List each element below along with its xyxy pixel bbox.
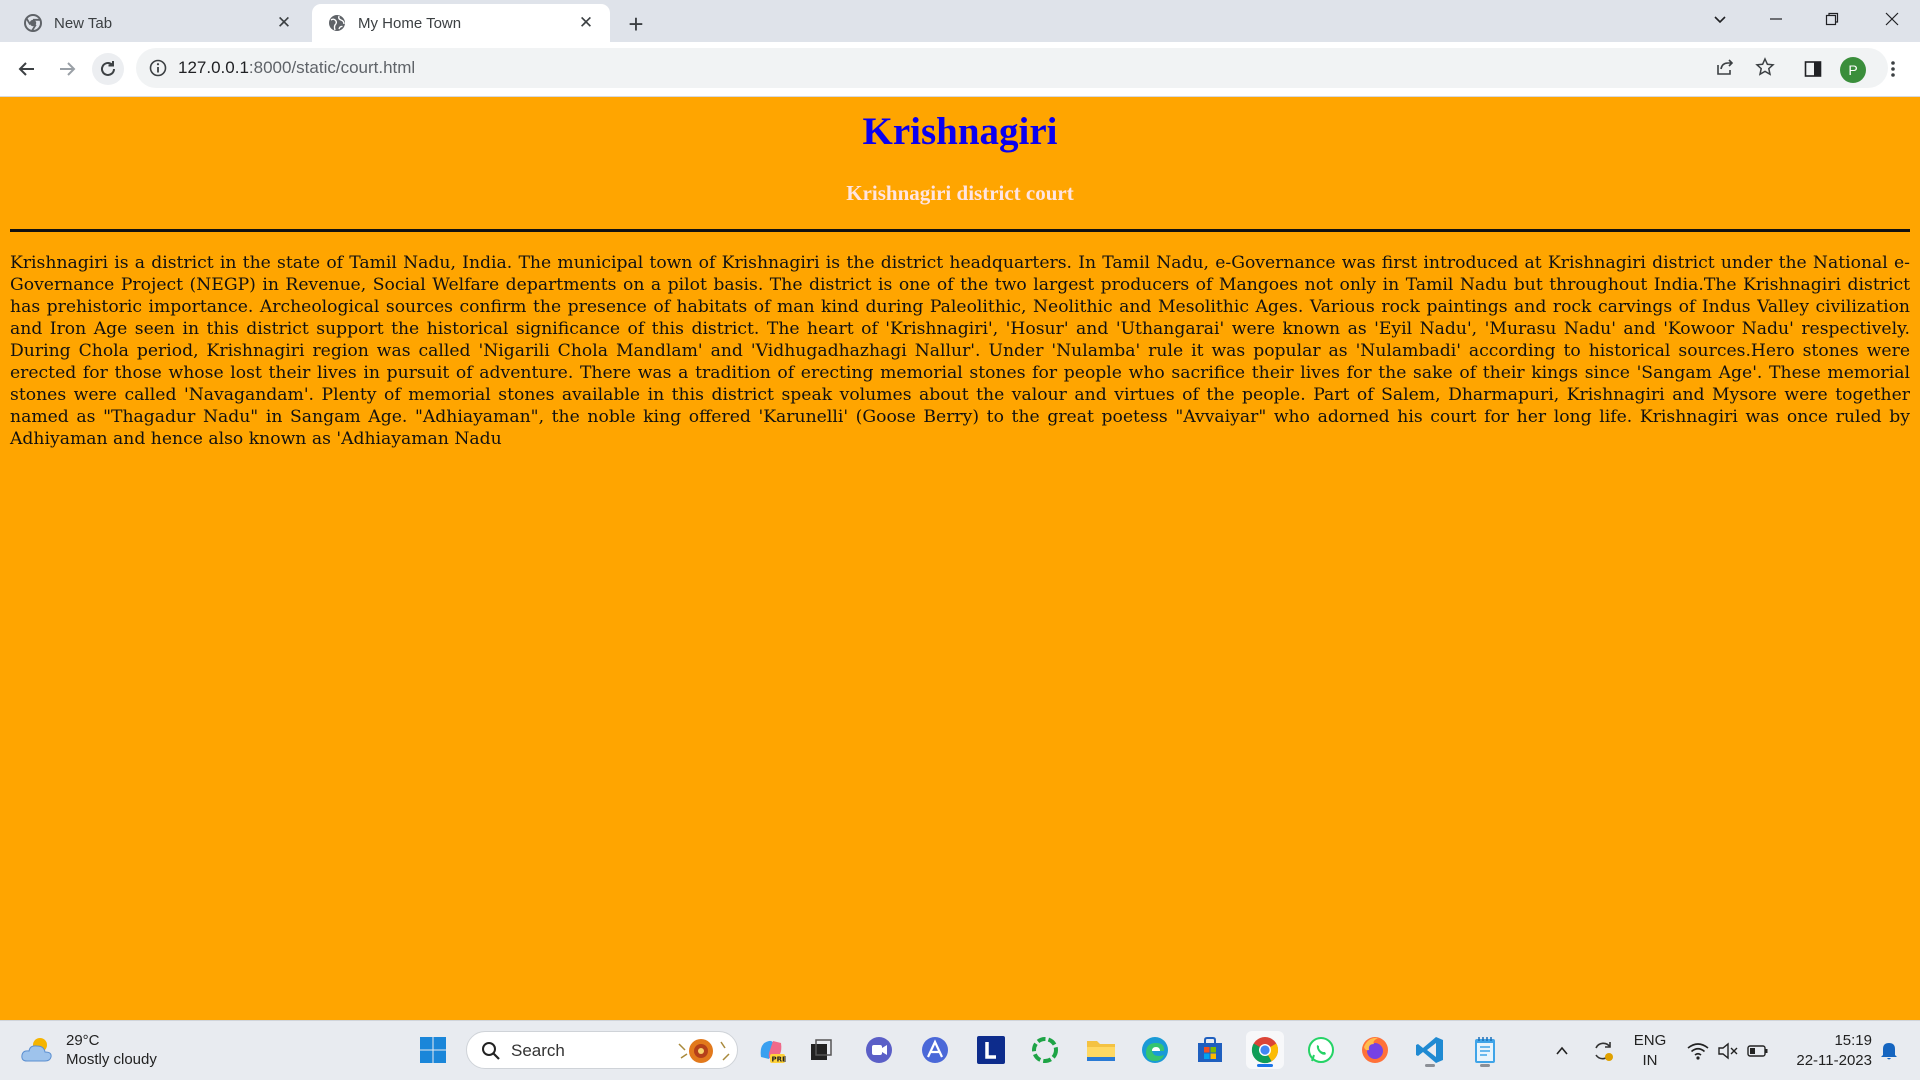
cloudy-weather-icon [21,1038,52,1062]
forward-button[interactable] [51,53,83,85]
chrome-icon [24,14,42,32]
share-icon[interactable] [1710,52,1740,82]
active-indicator [1257,1064,1273,1067]
url-host: 127.0.0.1 [178,58,249,77]
new-tab-button[interactable]: + [620,8,652,40]
search-highlight-icon [678,1039,730,1063]
edge-icon[interactable] [1136,1031,1174,1069]
profile-avatar[interactable]: P [1840,57,1866,83]
system-clock[interactable]: 15:19 22-11-2023 [1778,1031,1872,1071]
divider [10,229,1910,232]
tab-search-icon[interactable] [1692,0,1748,38]
battery-icon[interactable] [1744,1021,1772,1081]
url-text[interactable]: 127.0.0.1:8000/static/court.html [178,58,415,78]
copilot-icon[interactable]: PRE [752,1031,790,1069]
weather-widget[interactable]: 29°C Mostly cloudy [20,1031,157,1069]
menu-kebab-icon[interactable] [1878,54,1908,84]
l-app-icon[interactable] [972,1031,1010,1069]
search-icon [482,1042,500,1060]
clock-date: 22-11-2023 [1796,1052,1872,1069]
vscode-icon[interactable] [1411,1031,1449,1069]
svg-text:PRE: PRE [772,1056,787,1064]
forward-arrow-icon [60,62,76,76]
back-button[interactable] [11,53,43,85]
clock-time: 15:19 [1834,1032,1872,1049]
sync-icon[interactable] [1588,1021,1618,1081]
input-language-indicator[interactable]: ENG IN [1628,1031,1672,1071]
history-paragraph: Krishnagiri is a district in the state o… [10,253,1910,449]
page-heading: Krishnagiri [862,110,1058,153]
weather-temp: 29°C [66,1032,100,1049]
lang-region: IN [1642,1052,1658,1069]
whatsapp-icon[interactable] [1302,1031,1340,1069]
microsoft-store-icon[interactable] [1191,1031,1229,1069]
android-studio-icon[interactable] [916,1031,954,1069]
close-window-button[interactable] [1864,0,1920,38]
taskbar-search[interactable]: Search [466,1031,738,1069]
task-view-icon[interactable] [802,1031,840,1069]
url-path: :8000/static/court.html [248,58,416,77]
teams-meet-icon[interactable] [860,1031,898,1069]
reload-icon [101,61,115,76]
info-icon[interactable] [148,58,168,78]
refresh-app-icon[interactable] [1026,1031,1064,1069]
tab-strip: New Tab ✕ My Home Town ✕ + [0,0,1920,42]
taskbar: 29°C Mostly cloudy Search PRE ENG IN 15:… [0,1020,1920,1080]
start-button[interactable] [414,1031,452,1069]
page-subheading: Krishnagiri district court [846,181,1074,205]
restore-button[interactable] [1804,0,1860,38]
chrome-taskbar-icon[interactable] [1246,1031,1284,1069]
windows-logo-icon [420,1037,446,1063]
open-indicator [1425,1064,1435,1067]
reload-button[interactable] [92,53,124,85]
address-bar[interactable]: 127.0.0.1:8000/static/court.html [136,48,1888,88]
search-label: Search [511,1041,565,1060]
side-panel-icon[interactable] [1798,54,1828,84]
minimize-button[interactable] [1748,0,1804,38]
notepad-icon[interactable] [1466,1031,1504,1069]
notification-bell-icon[interactable] [1874,1021,1904,1081]
wifi-icon[interactable] [1684,1021,1712,1081]
tab-my-home-town[interactable]: My Home Town ✕ [312,4,610,42]
back-arrow-icon [18,62,34,76]
tab-new-tab[interactable]: New Tab ✕ [8,4,308,42]
firefox-icon[interactable] [1356,1031,1394,1069]
volume-muted-icon[interactable] [1714,1021,1742,1081]
browser-toolbar: 127.0.0.1:8000/static/court.html P [0,42,1920,97]
close-tab-icon[interactable]: ✕ [272,11,296,35]
close-tab-icon[interactable]: ✕ [574,11,598,35]
open-indicator [1480,1064,1490,1067]
globe-icon [329,15,345,31]
tab-title: My Home Town [358,14,462,32]
show-hidden-icons-chevron-icon[interactable] [1550,1021,1574,1081]
lang-code: ENG [1633,1032,1667,1049]
page-content: Krishnagiri Krishnagiri district court K… [0,97,1920,1020]
tab-title: New Tab [54,14,113,32]
bookmark-star-icon[interactable] [1750,52,1780,82]
file-explorer-icon[interactable] [1082,1031,1120,1069]
weather-condition: Mostly cloudy [66,1051,157,1068]
